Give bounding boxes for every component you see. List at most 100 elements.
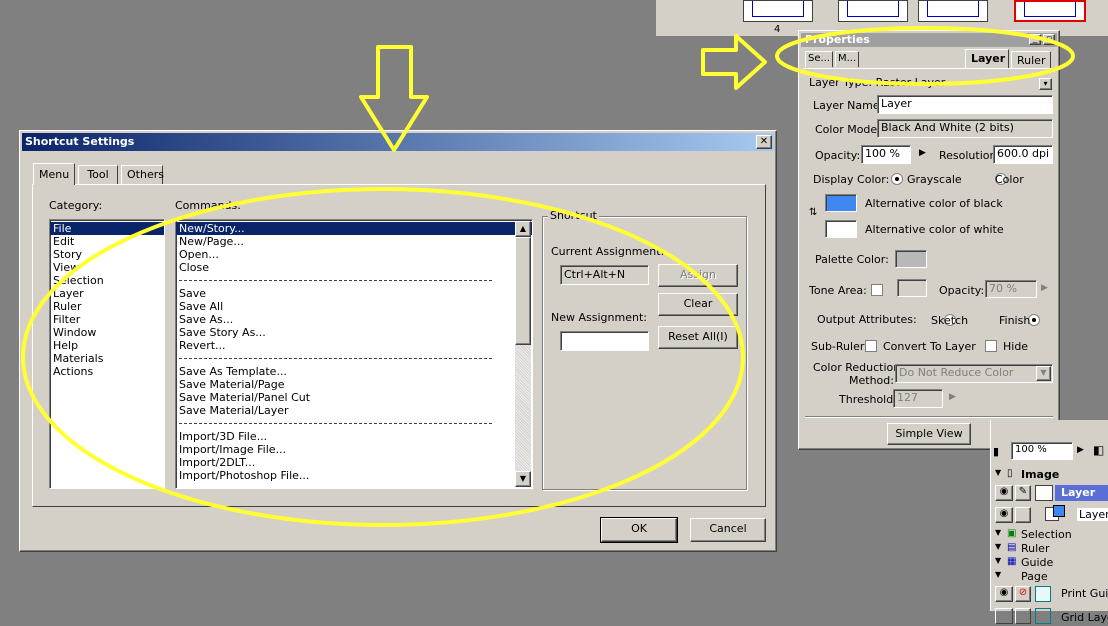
tab-menu[interactable]: Menu	[33, 163, 75, 185]
layer-group-row[interactable]: ▼ Page	[991, 570, 1108, 584]
alt-white-swatch[interactable]	[825, 220, 857, 238]
scroll-up-icon[interactable]: ▲	[515, 221, 531, 237]
commands-scrollbar[interactable]: ▲ ▼	[515, 221, 531, 487]
layer-row-selected[interactable]: ◉ ✎ Layer	[991, 483, 1108, 503]
tone-opacity-input[interactable]: 70 %	[985, 280, 1037, 298]
opacity-input[interactable]: 100 %	[861, 145, 911, 164]
restore-icon[interactable]: ▫	[1043, 34, 1055, 45]
eye-icon[interactable]: ◉	[995, 507, 1013, 523]
layer-group-label: Page	[1021, 570, 1048, 583]
layers-zoom-field[interactable]: 100 %	[1011, 442, 1073, 460]
lock-slot-icon[interactable]	[1015, 608, 1031, 624]
category-item[interactable]: Story	[50, 248, 164, 261]
page-thumbnail[interactable]	[838, 0, 908, 22]
category-item[interactable]: Help	[50, 339, 164, 352]
category-item[interactable]: File	[50, 222, 164, 235]
threshold-arrow-icon[interactable]: ▶	[949, 392, 956, 402]
grayscale-radio[interactable]	[891, 173, 903, 185]
category-item[interactable]: Filter	[50, 313, 164, 326]
palette-color-swatch[interactable]	[895, 250, 927, 268]
command-item[interactable]: Save Material/Page	[176, 378, 532, 391]
tab-layer[interactable]: Layer	[965, 49, 1009, 68]
page-thumbnail[interactable]	[743, 0, 813, 22]
command-item[interactable]: Save As Template...	[176, 365, 532, 378]
command-item[interactable]: Save Story As...	[176, 326, 532, 339]
tab-tool[interactable]: Tool	[78, 165, 118, 184]
tab-ruler[interactable]: Ruler	[1011, 51, 1051, 68]
resolution-input[interactable]: 600.0 dpi	[993, 145, 1053, 164]
command-item[interactable]: Save	[176, 287, 532, 300]
category-item[interactable]: Edit	[50, 235, 164, 248]
tone-area-checkbox[interactable]	[871, 284, 883, 296]
command-item[interactable]: Save All	[176, 300, 532, 313]
command-item[interactable]: Import/3D File...	[176, 430, 532, 443]
chevron-down-icon[interactable]: ▼	[1036, 366, 1051, 381]
close-icon[interactable]: ✕	[756, 135, 772, 149]
tone-opacity-arrow-icon[interactable]: ▶	[1041, 283, 1048, 293]
zoom-arrow-icon[interactable]: ▶	[1077, 445, 1084, 455]
alt-black-swatch[interactable]	[825, 194, 857, 212]
tab-materials[interactable]: M...	[835, 51, 859, 67]
layer-row[interactable]: ◉ ⊘ Print Guide	[991, 584, 1108, 604]
shortcut-group-label: Shortcut	[548, 209, 599, 222]
clear-button[interactable]: Clear	[658, 293, 738, 316]
layer-row[interactable]: Grid Layer	[991, 606, 1108, 626]
pen-icon[interactable]: ✎	[1015, 485, 1031, 501]
layer-group-row[interactable]: ▼ ▣ Selection	[991, 528, 1108, 542]
tab-others[interactable]: Others	[121, 165, 164, 184]
category-item[interactable]: Window	[50, 326, 164, 339]
category-item[interactable]: Layer	[50, 287, 164, 300]
layer-group-row[interactable]: ▼ ▦ Guide	[991, 556, 1108, 570]
commands-list[interactable]: New/Story... New/Page... Open... Close Save S…	[175, 219, 533, 489]
color-reduction-select[interactable]: Do Not Reduce Color	[895, 364, 1053, 383]
layer-group-row[interactable]: ▼ ▤ Ruler	[991, 542, 1108, 556]
command-item[interactable]: Revert...	[176, 339, 532, 352]
category-item[interactable]: Ruler	[50, 300, 164, 313]
command-item[interactable]: Open...	[176, 248, 532, 261]
lock-slot-icon[interactable]	[1015, 507, 1031, 523]
cancel-button[interactable]: Cancel	[690, 518, 766, 542]
layer-type-menu-icon[interactable]: ▾	[1039, 78, 1052, 90]
output-attributes-label: Output Attributes:	[817, 313, 917, 326]
layer-name-input[interactable]: Layer	[877, 95, 1053, 114]
page-thumbnail[interactable]	[918, 0, 988, 22]
threshold-input[interactable]: 127	[893, 389, 943, 408]
eye-icon[interactable]	[995, 608, 1013, 624]
ok-button[interactable]: OK	[600, 517, 678, 543]
scroll-down-icon[interactable]: ▼	[515, 471, 531, 487]
swap-colors-icon[interactable]: ⇅	[809, 207, 817, 218]
simple-view-button[interactable]: Simple View	[887, 423, 971, 445]
minimize-icon[interactable]: _	[1029, 34, 1041, 45]
no-print-icon[interactable]: ⊘	[1015, 586, 1031, 602]
command-item[interactable]: Save As...	[176, 313, 532, 326]
tab-selection[interactable]: Se...	[805, 51, 833, 67]
category-item[interactable]: Actions	[50, 365, 164, 378]
category-item[interactable]: Selection	[50, 274, 164, 287]
command-item[interactable]: Import/2DLT...	[176, 456, 532, 469]
category-list[interactable]: File Edit Story View Selection Layer Ruler Filt…	[49, 219, 165, 489]
new-assignment-input[interactable]	[560, 331, 649, 351]
command-item[interactable]: Import/Photoshop File...	[176, 469, 532, 482]
assign-button[interactable]: Assign	[658, 264, 738, 287]
properties-title: Properties	[805, 33, 870, 46]
command-item[interactable]: New/Story...	[176, 222, 532, 235]
command-item[interactable]: Save Material/Panel Cut	[176, 391, 532, 404]
new-layer-icon[interactable]: ◧	[1093, 443, 1104, 457]
command-item[interactable]: Close	[176, 261, 532, 274]
hide-checkbox[interactable]	[985, 340, 997, 352]
category-item[interactable]: Materials	[50, 352, 164, 365]
layer-row[interactable]: ◉ Layer	[991, 505, 1108, 525]
eye-icon[interactable]: ◉	[995, 485, 1013, 501]
page-thumbnail-selected[interactable]	[1014, 0, 1086, 22]
command-item[interactable]: Save Material/Layer	[176, 404, 532, 417]
opacity-arrow-icon[interactable]: ▶	[919, 148, 926, 158]
layer-group-row[interactable]: ▼ ▯ Image	[991, 468, 1108, 482]
reset-all-button[interactable]: Reset All(I)	[658, 326, 738, 349]
scroll-thumb[interactable]	[515, 237, 531, 345]
command-item[interactable]: Import/Image File...	[176, 443, 532, 456]
eye-icon[interactable]: ◉	[995, 586, 1013, 602]
command-item[interactable]: New/Page...	[176, 235, 532, 248]
category-item[interactable]: View	[50, 261, 164, 274]
convert-to-layer-checkbox[interactable]	[865, 340, 877, 352]
layers-menu-icon[interactable]: ▮	[993, 445, 999, 458]
